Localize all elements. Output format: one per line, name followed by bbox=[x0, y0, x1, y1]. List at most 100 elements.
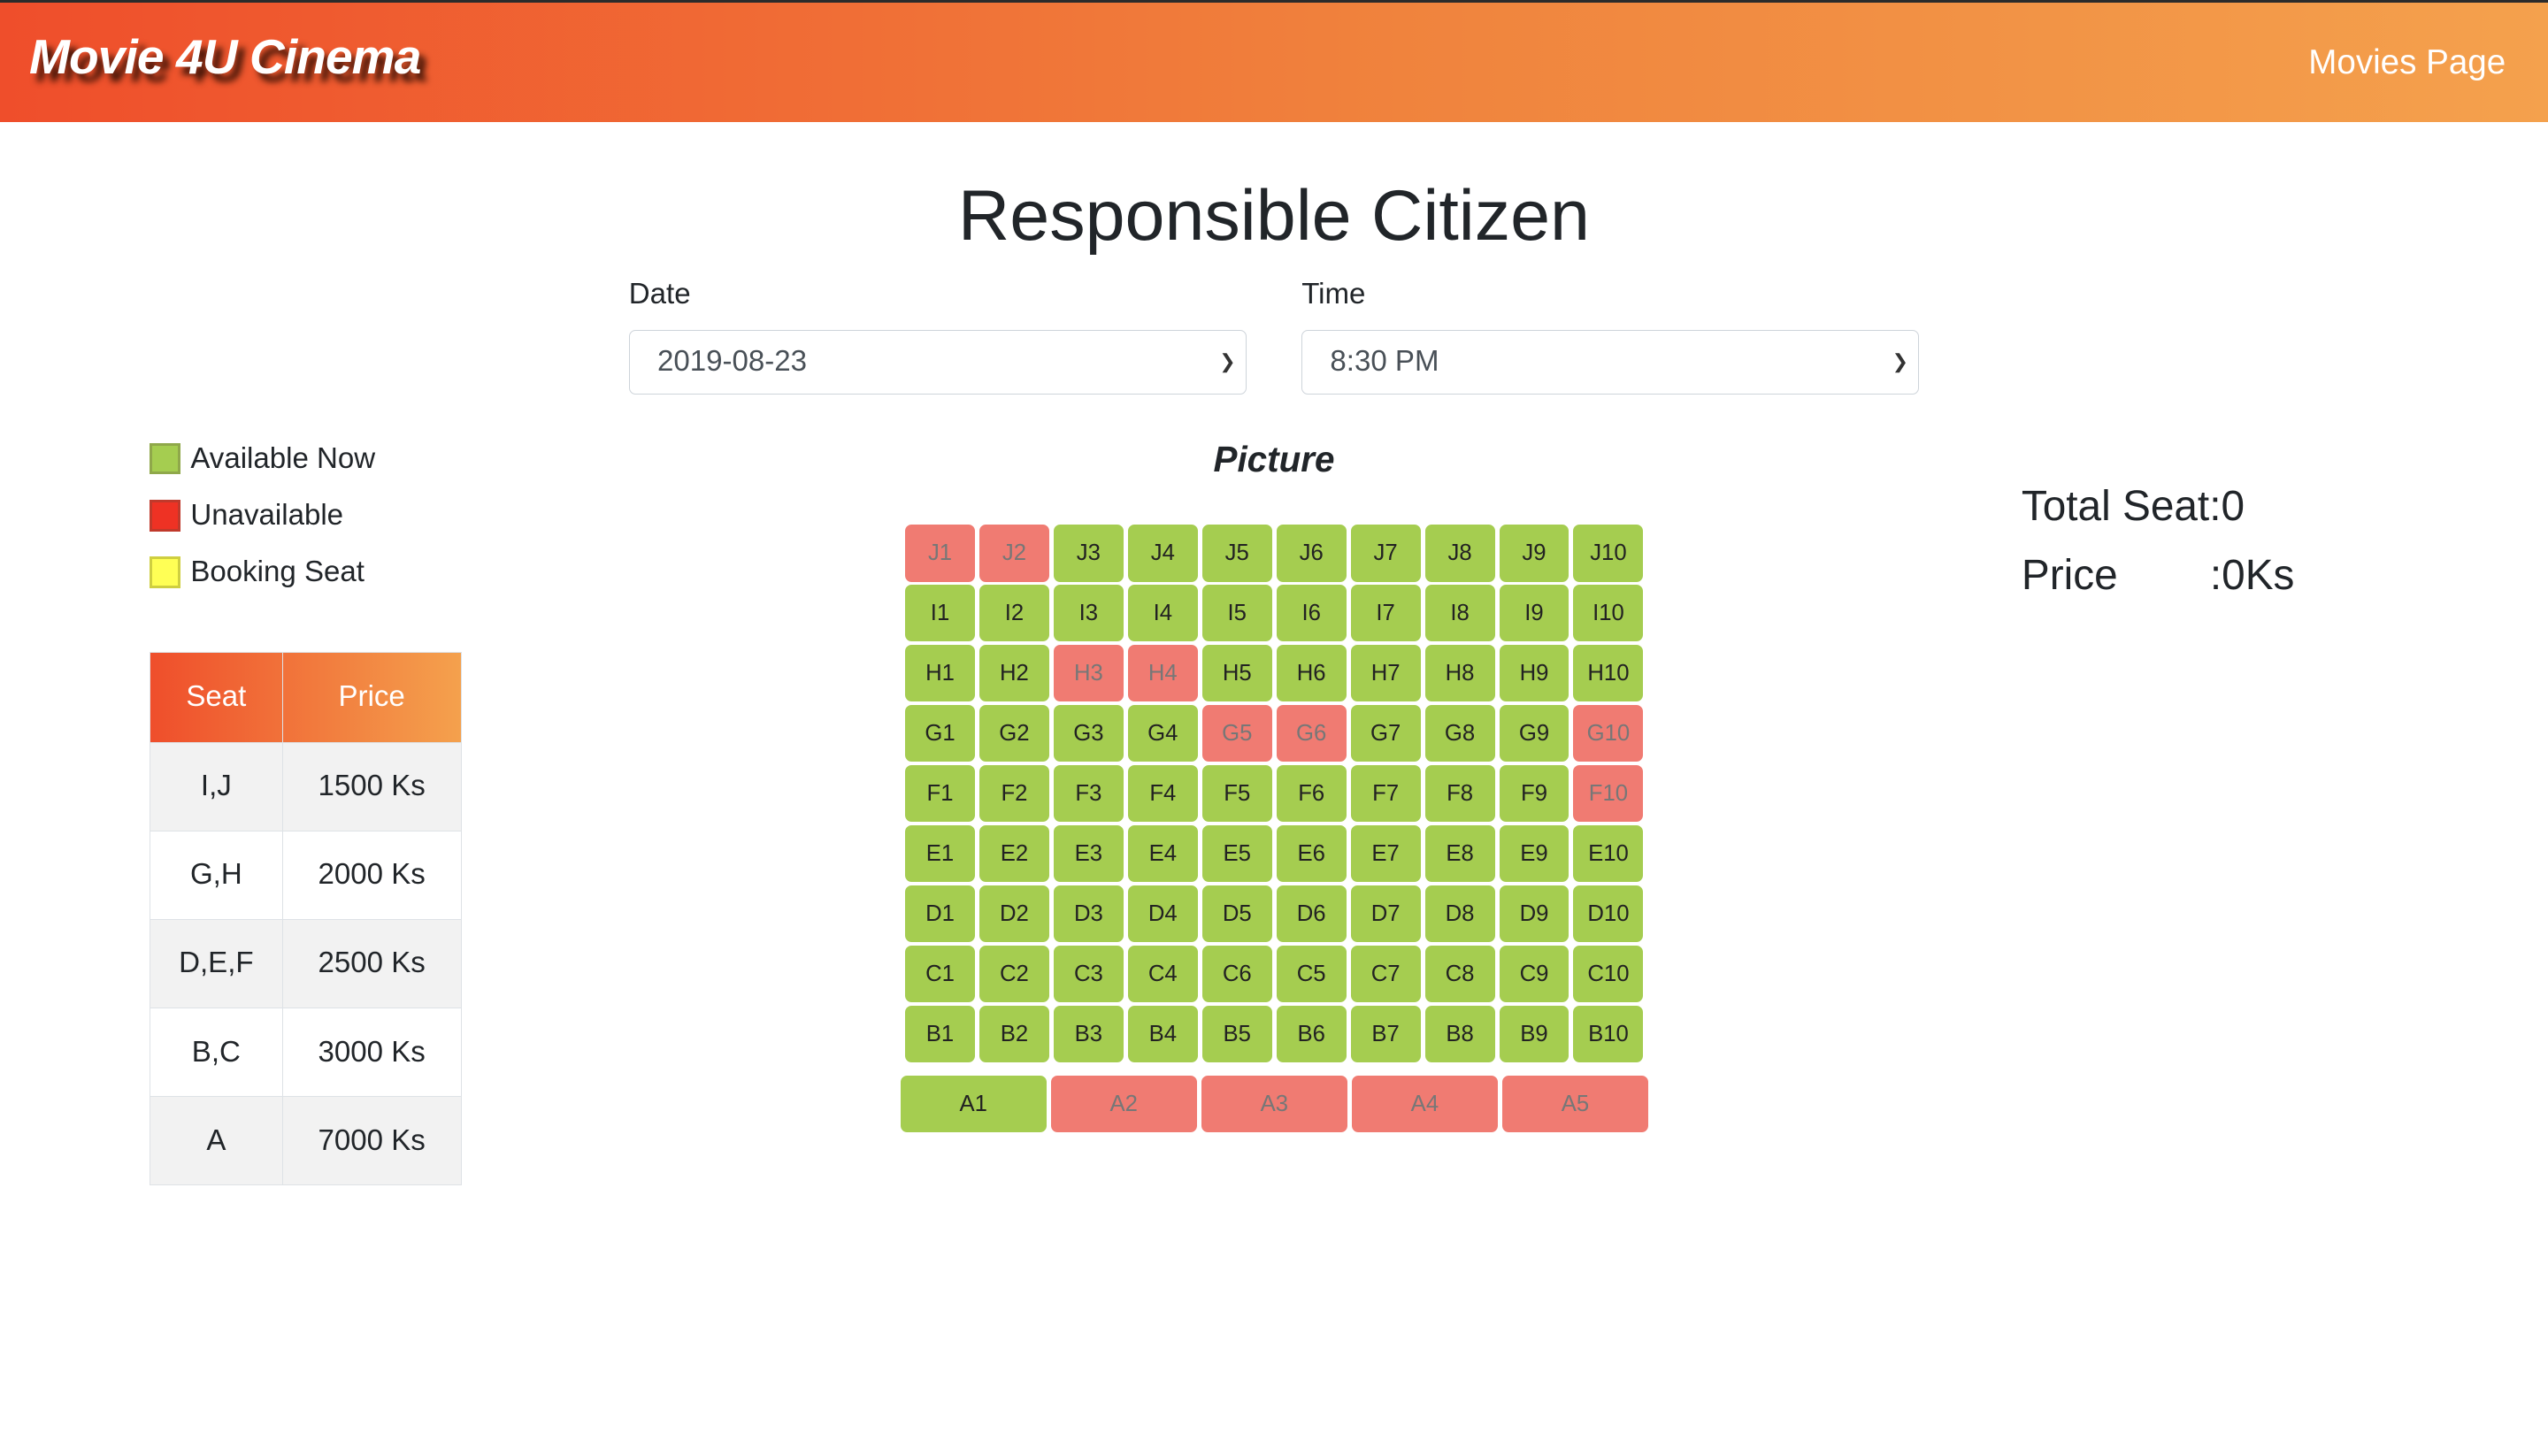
seat-H2[interactable]: H2 bbox=[979, 645, 1049, 702]
seat-D3[interactable]: D3 bbox=[1053, 885, 1124, 943]
seat-C5[interactable]: C5 bbox=[1276, 945, 1347, 1003]
seat-F2[interactable]: F2 bbox=[979, 765, 1049, 823]
seat-E5[interactable]: E5 bbox=[1201, 825, 1272, 883]
seat-G9[interactable]: G9 bbox=[1499, 705, 1569, 762]
seat-G3[interactable]: G3 bbox=[1053, 705, 1124, 762]
seat-C1[interactable]: C1 bbox=[905, 945, 975, 1003]
seat-C9[interactable]: C9 bbox=[1499, 945, 1569, 1003]
seat-B6[interactable]: B6 bbox=[1276, 1005, 1347, 1063]
seat-B9[interactable]: B9 bbox=[1499, 1005, 1569, 1063]
seat-C8[interactable]: C8 bbox=[1424, 945, 1495, 1003]
seat-H4[interactable]: H4 bbox=[1127, 645, 1198, 702]
seat-I7[interactable]: I7 bbox=[1350, 585, 1421, 642]
seat-J8[interactable]: J8 bbox=[1424, 525, 1495, 582]
seat-I9[interactable]: I9 bbox=[1499, 585, 1569, 642]
seat-I3[interactable]: I3 bbox=[1053, 585, 1124, 642]
seat-J1[interactable]: J1 bbox=[905, 525, 975, 582]
seat-J10[interactable]: J10 bbox=[1573, 525, 1644, 582]
seat-D8[interactable]: D8 bbox=[1424, 885, 1495, 943]
seat-C10[interactable]: C10 bbox=[1573, 945, 1644, 1003]
seat-H9[interactable]: H9 bbox=[1499, 645, 1569, 702]
seat-D9[interactable]: D9 bbox=[1499, 885, 1569, 943]
seat-I8[interactable]: I8 bbox=[1424, 585, 1495, 642]
seat-D4[interactable]: D4 bbox=[1127, 885, 1198, 943]
seat-B7[interactable]: B7 bbox=[1350, 1005, 1421, 1063]
seat-E3[interactable]: E3 bbox=[1053, 825, 1124, 883]
seat-D1[interactable]: D1 bbox=[905, 885, 975, 943]
seat-F3[interactable]: F3 bbox=[1053, 765, 1124, 823]
brand-logo[interactable]: Movie 4U Cinema bbox=[29, 28, 421, 85]
seat-D5[interactable]: D5 bbox=[1201, 885, 1272, 943]
seat-G4[interactable]: G4 bbox=[1127, 705, 1198, 762]
seat-F4[interactable]: F4 bbox=[1127, 765, 1198, 823]
seat-C7[interactable]: C7 bbox=[1350, 945, 1421, 1003]
seat-A1[interactable]: A1 bbox=[900, 1075, 1047, 1133]
seat-F1[interactable]: F1 bbox=[905, 765, 975, 823]
chevron-down-icon: ❯ bbox=[1219, 349, 1236, 372]
seat-I10[interactable]: I10 bbox=[1573, 585, 1644, 642]
seat-B2[interactable]: B2 bbox=[979, 1005, 1049, 1063]
seat-J4[interactable]: J4 bbox=[1127, 525, 1198, 582]
movies-page-link[interactable]: Movies Page bbox=[2308, 43, 2506, 82]
seat-J5[interactable]: J5 bbox=[1201, 525, 1272, 582]
seat-H10[interactable]: H10 bbox=[1573, 645, 1644, 702]
seat-A5[interactable]: A5 bbox=[1501, 1075, 1649, 1133]
seat-E9[interactable]: E9 bbox=[1499, 825, 1569, 883]
seat-G1[interactable]: G1 bbox=[905, 705, 975, 762]
seat-A4[interactable]: A4 bbox=[1351, 1075, 1499, 1133]
seat-H3[interactable]: H3 bbox=[1053, 645, 1124, 702]
seat-J9[interactable]: J9 bbox=[1499, 525, 1569, 582]
seat-D6[interactable]: D6 bbox=[1276, 885, 1347, 943]
seat-F8[interactable]: F8 bbox=[1424, 765, 1495, 823]
seat-D10[interactable]: D10 bbox=[1573, 885, 1644, 943]
seat-B5[interactable]: B5 bbox=[1201, 1005, 1272, 1063]
seat-F10[interactable]: F10 bbox=[1573, 765, 1644, 823]
seat-D7[interactable]: D7 bbox=[1350, 885, 1421, 943]
seat-D2[interactable]: D2 bbox=[979, 885, 1049, 943]
seat-E1[interactable]: E1 bbox=[905, 825, 975, 883]
seat-G8[interactable]: G8 bbox=[1424, 705, 1495, 762]
seat-H6[interactable]: H6 bbox=[1276, 645, 1347, 702]
seat-A2[interactable]: A2 bbox=[1050, 1075, 1197, 1133]
seat-J3[interactable]: J3 bbox=[1053, 525, 1124, 582]
seat-F7[interactable]: F7 bbox=[1350, 765, 1421, 823]
seat-J2[interactable]: J2 bbox=[979, 525, 1049, 582]
seat-G5[interactable]: G5 bbox=[1201, 705, 1272, 762]
seat-E2[interactable]: E2 bbox=[979, 825, 1049, 883]
seat-J7[interactable]: J7 bbox=[1350, 525, 1421, 582]
seat-H5[interactable]: H5 bbox=[1201, 645, 1272, 702]
seat-J6[interactable]: J6 bbox=[1276, 525, 1347, 582]
date-select[interactable]: 2019-08-23 ❯ bbox=[628, 329, 1247, 395]
seat-E7[interactable]: E7 bbox=[1350, 825, 1421, 883]
seat-G2[interactable]: G2 bbox=[979, 705, 1049, 762]
seat-G7[interactable]: G7 bbox=[1350, 705, 1421, 762]
seat-H7[interactable]: H7 bbox=[1350, 645, 1421, 702]
seat-C2[interactable]: C2 bbox=[979, 945, 1049, 1003]
seat-I6[interactable]: I6 bbox=[1276, 585, 1347, 642]
seat-I5[interactable]: I5 bbox=[1201, 585, 1272, 642]
seat-F9[interactable]: F9 bbox=[1499, 765, 1569, 823]
seat-G6[interactable]: G6 bbox=[1276, 705, 1347, 762]
seat-B4[interactable]: B4 bbox=[1127, 1005, 1198, 1063]
seat-E10[interactable]: E10 bbox=[1573, 825, 1644, 883]
seat-E6[interactable]: E6 bbox=[1276, 825, 1347, 883]
seat-B3[interactable]: B3 bbox=[1053, 1005, 1124, 1063]
seat-F5[interactable]: F5 bbox=[1201, 765, 1272, 823]
seat-A3[interactable]: A3 bbox=[1201, 1075, 1347, 1133]
seat-B1[interactable]: B1 bbox=[905, 1005, 975, 1063]
seat-H8[interactable]: H8 bbox=[1424, 645, 1495, 702]
time-select[interactable]: 8:30 PM ❯ bbox=[1301, 329, 1920, 395]
seat-I4[interactable]: I4 bbox=[1127, 585, 1198, 642]
seat-E4[interactable]: E4 bbox=[1127, 825, 1198, 883]
seat-I1[interactable]: I1 bbox=[905, 585, 975, 642]
seat-G10[interactable]: G10 bbox=[1573, 705, 1644, 762]
seat-C3[interactable]: C3 bbox=[1053, 945, 1124, 1003]
seat-B10[interactable]: B10 bbox=[1573, 1005, 1644, 1063]
seat-C4[interactable]: C4 bbox=[1127, 945, 1198, 1003]
seat-F6[interactable]: F6 bbox=[1276, 765, 1347, 823]
seat-C6[interactable]: C6 bbox=[1201, 945, 1272, 1003]
seat-I2[interactable]: I2 bbox=[979, 585, 1049, 642]
seat-B8[interactable]: B8 bbox=[1424, 1005, 1495, 1063]
seat-E8[interactable]: E8 bbox=[1424, 825, 1495, 883]
seat-H1[interactable]: H1 bbox=[905, 645, 975, 702]
